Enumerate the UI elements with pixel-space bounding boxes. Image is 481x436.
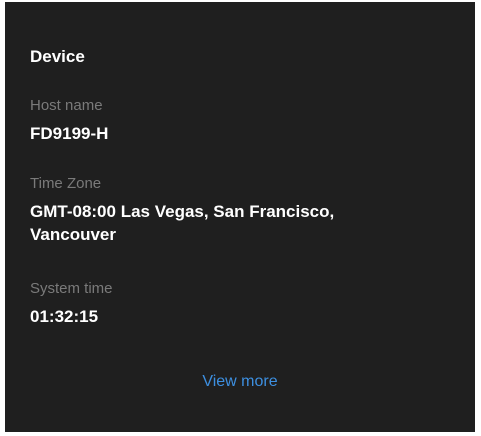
host-name-value: FD9199-H [30, 124, 109, 143]
time-zone-value-line2: Vancouver [30, 225, 116, 244]
device-card: Device Host name FD9199-H Time Zone GMT-… [5, 2, 475, 432]
card-title: Device [30, 47, 85, 66]
system-time-value: 01:32:15 [30, 307, 99, 326]
time-zone-value-line1: GMT-08:00 Las Vegas, San Francisco, [30, 202, 335, 221]
time-zone-label: Time Zone [30, 175, 102, 192]
time-zone-value: GMT-08:00 Las Vegas, San Francisco, Vanc… [30, 200, 450, 246]
host-name-label: Host name [30, 97, 103, 114]
system-time-label: System time [30, 280, 113, 297]
view-more-link[interactable]: View more [5, 373, 475, 391]
